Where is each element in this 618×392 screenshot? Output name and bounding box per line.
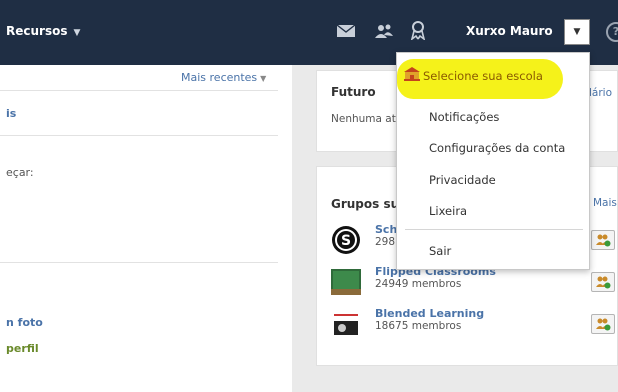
divider	[0, 90, 278, 91]
divider	[0, 262, 278, 263]
calendar-link[interactable]: lário	[589, 87, 612, 99]
divider	[0, 135, 278, 136]
blended-learning-thumbnail	[332, 311, 360, 337]
group-name[interactable]: Sch	[375, 223, 397, 236]
menu-item-select-school[interactable]: Selecione sua escola	[423, 69, 543, 83]
menu-item-sign-out[interactable]: Sair	[429, 244, 451, 258]
feed-text-partial: eçar:	[6, 166, 34, 179]
sort-dropdown[interactable]: Mais recentes ▼	[181, 71, 266, 84]
chevron-down-icon: ▼	[73, 28, 81, 38]
svg-text:S: S	[341, 233, 351, 249]
groups-title: Grupos su	[331, 197, 400, 211]
badge-icon[interactable]	[410, 20, 426, 43]
help-icon[interactable]: ?	[606, 22, 618, 42]
mail-icon[interactable]	[336, 23, 356, 42]
profile-link[interactable]: perfil	[6, 342, 39, 355]
group-row: Flipped Classrooms 24949 membros	[331, 265, 618, 297]
activity-feed-panel: Mais recentes ▼ is eçar: n foto perfil	[0, 65, 292, 392]
schoology-logo-icon: S	[332, 226, 360, 254]
sort-label: Mais recentes	[181, 71, 258, 84]
school-icon	[404, 67, 420, 81]
flipped-classrooms-thumbnail	[331, 269, 361, 295]
menu-separator	[405, 229, 583, 230]
upcoming-empty-text: Nenhuma at	[331, 113, 396, 125]
group-name[interactable]: Blended Learning	[375, 307, 484, 320]
account-menu-toggle[interactable]: ▼	[564, 19, 590, 45]
more-groups-link[interactable]: Mais	[593, 197, 617, 209]
username-label[interactable]: Xurxo Mauro	[466, 24, 553, 38]
join-group-button[interactable]	[591, 230, 615, 250]
group-members: 24949 membros	[375, 278, 462, 290]
menu-item-account-settings[interactable]: Configurações da conta	[429, 141, 565, 155]
add-photo-link[interactable]: n foto	[6, 316, 43, 329]
recursos-menu[interactable]: Recursos ▼	[6, 24, 80, 38]
menu-item-notifications[interactable]: Notificações	[429, 110, 499, 124]
group-row: Blended Learning 18675 membros	[331, 307, 618, 339]
chevron-down-icon: ▼	[260, 74, 267, 83]
connections-icon[interactable]	[374, 23, 394, 42]
join-group-icon	[596, 276, 611, 289]
account-dropdown-menu: Selecione sua escola Notificações Config…	[396, 52, 590, 270]
feed-link-partial[interactable]: is	[6, 107, 16, 120]
upcoming-title: Futuro	[331, 85, 376, 99]
join-group-icon	[596, 234, 611, 247]
menu-item-trash[interactable]: Lixeira	[429, 204, 467, 218]
join-group-button[interactable]	[591, 314, 615, 334]
join-group-icon	[596, 318, 611, 331]
menu-item-privacy[interactable]: Privacidade	[429, 173, 496, 187]
group-members: 18675 membros	[375, 320, 462, 332]
recursos-label: Recursos	[6, 24, 68, 38]
caret-down-icon: ▼	[573, 27, 581, 37]
join-group-button[interactable]	[591, 272, 615, 292]
group-members: 298	[375, 236, 396, 248]
